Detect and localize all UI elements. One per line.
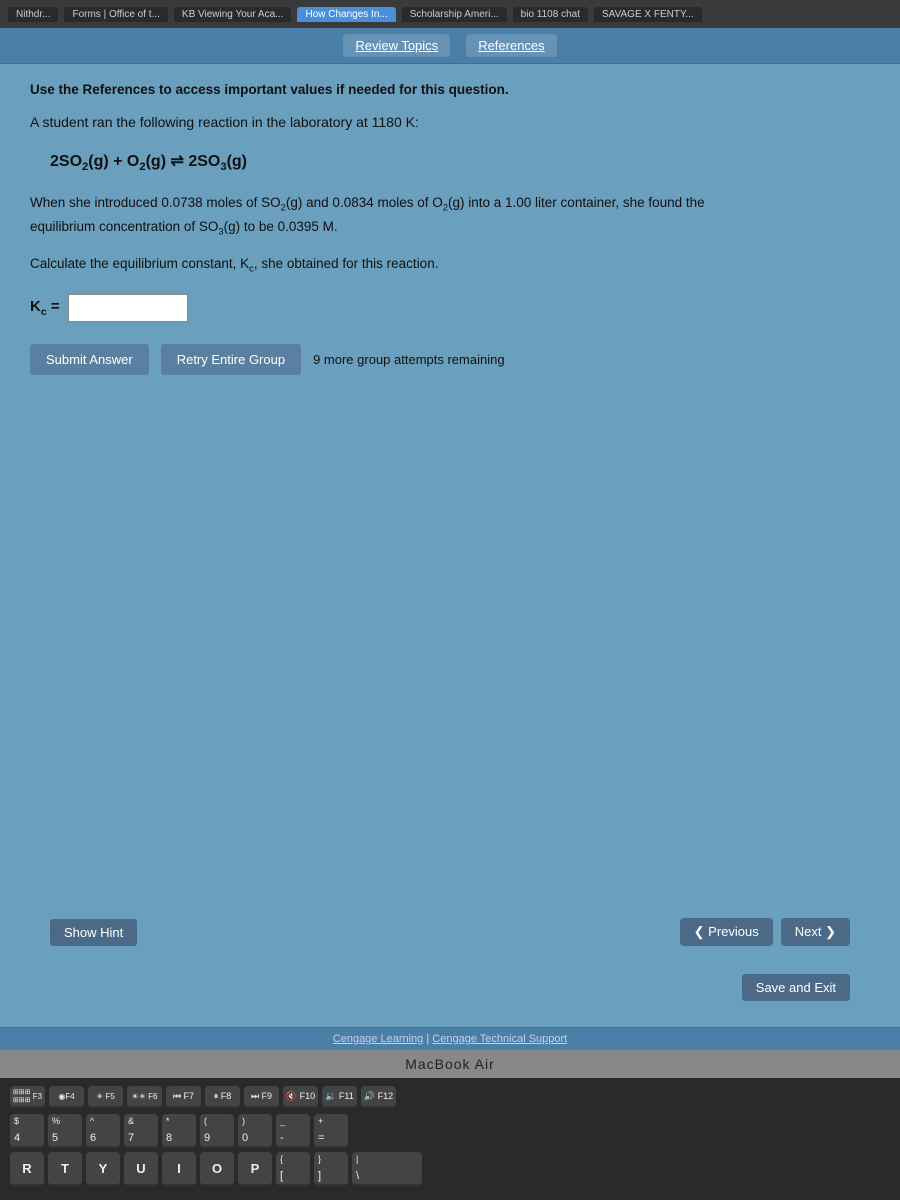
key-P[interactable]: P bbox=[238, 1152, 272, 1186]
key-F11[interactable]: 🔉 F11 bbox=[322, 1086, 357, 1108]
macbook-label: MacBook Air bbox=[0, 1050, 900, 1078]
key-I[interactable]: I bbox=[162, 1152, 196, 1186]
tab-references[interactable]: References bbox=[466, 34, 556, 57]
key-F6[interactable]: ☀☀ F6 bbox=[127, 1086, 162, 1108]
key-4[interactable]: $ 4 bbox=[10, 1114, 44, 1148]
chevron-right-icon: ❯ bbox=[825, 924, 836, 939]
key-8[interactable]: * 8 bbox=[162, 1114, 196, 1148]
buttons-row: Submit Answer Retry Entire Group 9 more … bbox=[30, 344, 870, 375]
key-Y[interactable]: Y bbox=[86, 1152, 120, 1186]
kc-label: Kc = bbox=[30, 298, 60, 318]
calculate-text: Calculate the equilibrium constant, Kc, … bbox=[30, 253, 870, 278]
retry-group-button[interactable]: Retry Entire Group bbox=[161, 344, 301, 375]
key-F7[interactable]: ⏮ F7 bbox=[166, 1086, 201, 1108]
key-backslash[interactable]: | \ bbox=[352, 1152, 422, 1186]
previous-button[interactable]: ❮ Previous bbox=[680, 918, 773, 946]
key-F5[interactable]: ☀ F5 bbox=[88, 1086, 123, 1108]
problem-text: When she introduced 0.0738 moles of SO2(… bbox=[30, 192, 870, 242]
question-area: Use the References to access important v… bbox=[0, 64, 900, 1027]
kc-input[interactable] bbox=[68, 294, 188, 322]
key-9[interactable]: ( 9 bbox=[200, 1114, 234, 1148]
key-0[interactable]: ) 0 bbox=[238, 1114, 272, 1148]
prev-next-buttons: ❮ Previous Next ❯ bbox=[680, 918, 850, 946]
key-F10[interactable]: 🔇 F10 bbox=[283, 1086, 318, 1108]
key-F4[interactable]: ◉ F4 bbox=[49, 1086, 84, 1108]
browser-tab-7[interactable]: SAVAGE X FENTY... bbox=[594, 7, 702, 22]
key-minus[interactable]: _ - bbox=[276, 1114, 310, 1148]
browser-tab-5[interactable]: Scholarship Ameri... bbox=[402, 7, 507, 22]
question-spacer bbox=[30, 387, 870, 894]
submit-answer-button[interactable]: Submit Answer bbox=[30, 344, 149, 375]
key-6[interactable]: ^ 6 bbox=[86, 1114, 120, 1148]
cengage-support-link[interactable]: Cengage Technical Support bbox=[432, 1033, 567, 1045]
cengage-learning-link[interactable]: Cengage Learning bbox=[333, 1033, 424, 1045]
cengage-footer: Cengage Learning | Cengage Technical Sup… bbox=[0, 1027, 900, 1050]
key-U[interactable]: U bbox=[124, 1152, 158, 1186]
reaction-equation: 2SO2(g) + O2(g) ⇌ 2SO3(g) bbox=[50, 151, 870, 173]
key-F3[interactable]: ⊞⊞⊞⊞⊞⊞ F3 bbox=[10, 1086, 45, 1108]
browser-tab-3[interactable]: KB Viewing Your Aca... bbox=[174, 7, 292, 22]
show-hint-button[interactable]: Show Hint bbox=[50, 919, 137, 946]
number-key-row: $ 4 % 5 ^ 6 & 7 * 8 ( 9 ) 0 _ - bbox=[10, 1114, 890, 1148]
key-T[interactable]: T bbox=[48, 1152, 82, 1186]
function-key-row: ⊞⊞⊞⊞⊞⊞ F3 ◉ F4 ☀ F5 ☀☀ F6 ⏮ F7 ⏸ F8 ⏭ F9… bbox=[10, 1086, 890, 1108]
browser-tab-4[interactable]: How Changes In... bbox=[297, 7, 395, 22]
key-equals[interactable]: + = bbox=[314, 1114, 348, 1148]
next-button[interactable]: Next ❯ bbox=[781, 918, 850, 946]
browser-tab-2[interactable]: Forms | Office of t... bbox=[64, 7, 167, 22]
key-F8[interactable]: ⏸ F8 bbox=[205, 1086, 240, 1108]
key-R[interactable]: R bbox=[10, 1152, 44, 1186]
key-F9[interactable]: ⏭ F9 bbox=[244, 1086, 279, 1108]
chevron-left-icon: ❮ bbox=[694, 924, 705, 939]
key-O[interactable]: O bbox=[200, 1152, 234, 1186]
question-intro: A student ran the following reaction in … bbox=[30, 111, 870, 133]
save-exit-row: Save and Exit bbox=[30, 970, 870, 1009]
key-close-bracket[interactable]: } ] bbox=[314, 1152, 348, 1186]
key-5[interactable]: % 5 bbox=[48, 1114, 82, 1148]
key-F12[interactable]: 🔊 F12 bbox=[361, 1086, 396, 1108]
key-7[interactable]: & 7 bbox=[124, 1114, 158, 1148]
browser-tab-1[interactable]: Nithdr... bbox=[8, 7, 58, 22]
tab-review-topics[interactable]: Review Topics bbox=[343, 34, 450, 57]
footer-separator: | bbox=[426, 1033, 429, 1045]
keyboard: ⊞⊞⊞⊞⊞⊞ F3 ◉ F4 ☀ F5 ☀☀ F6 ⏮ F7 ⏸ F8 ⏭ F9… bbox=[0, 1078, 900, 1200]
letter-key-row: R T Y U I O P { [ } ] | \ bbox=[10, 1152, 890, 1186]
main-screen: Review Topics References Use the Referen… bbox=[0, 28, 900, 1050]
kc-row: Kc = bbox=[30, 294, 870, 322]
browser-tab-6[interactable]: bio 1108 chat bbox=[513, 7, 588, 22]
bottom-navigation: Show Hint ❮ Previous Next ❯ bbox=[30, 906, 870, 958]
key-open-bracket[interactable]: { [ bbox=[276, 1152, 310, 1186]
attempts-remaining: 9 more group attempts remaining bbox=[313, 352, 504, 367]
cengage-header: Review Topics References bbox=[0, 28, 900, 64]
references-note: Use the References to access important v… bbox=[30, 82, 870, 97]
browser-tabs: Nithdr... Forms | Office of t... KB View… bbox=[0, 0, 900, 28]
save-exit-button[interactable]: Save and Exit bbox=[742, 974, 850, 1001]
